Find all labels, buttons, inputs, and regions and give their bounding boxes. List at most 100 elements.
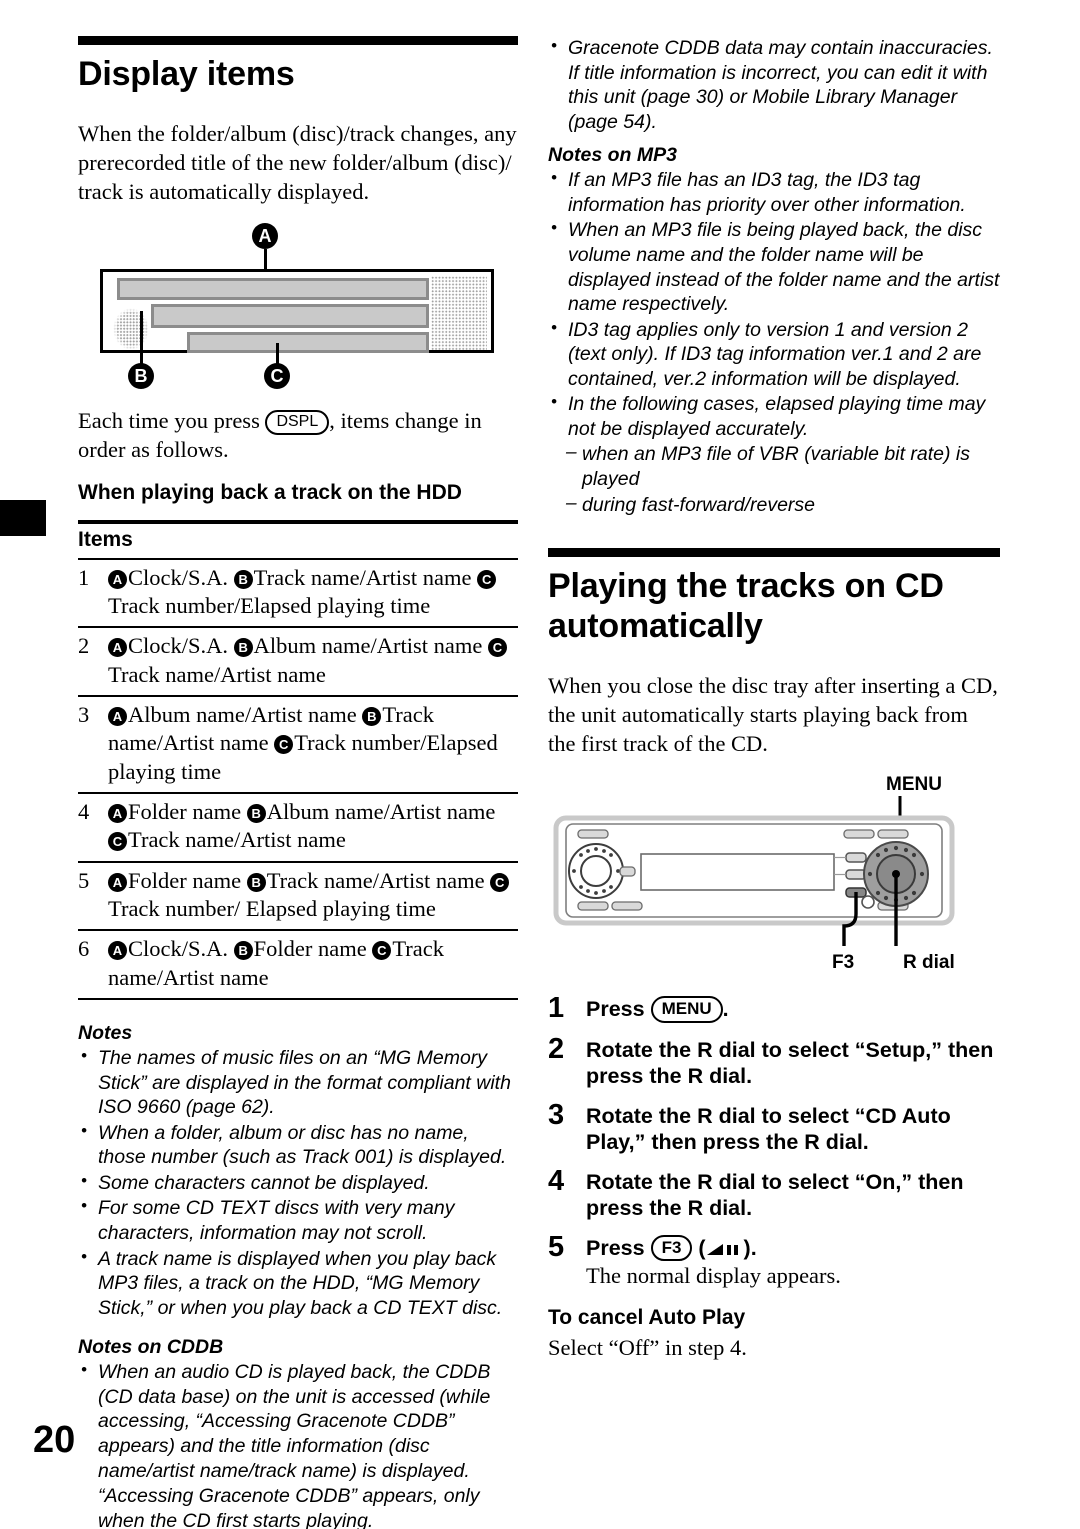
cancel-title: To cancel Auto Play bbox=[548, 1306, 746, 1330]
list-item: ID3 tag applies only to version 1 and ve… bbox=[548, 317, 1000, 392]
item-text: A Clock/S.A. B Track name/Artist name C Tra… bbox=[108, 557, 518, 628]
item-part-b: Album name/Artist name bbox=[253, 633, 488, 659]
top-note-list: Gracenote CDDB data may contain inaccura… bbox=[548, 35, 1000, 134]
display-line-a bbox=[117, 277, 429, 300]
table-row: 4 A Folder name B Album name/Artist name C… bbox=[78, 792, 518, 862]
item-part-a: Clock/S.A. bbox=[128, 936, 234, 962]
item-number: 1 bbox=[78, 557, 108, 628]
car-stereo-figure: MENU F3 R dial bbox=[548, 774, 1000, 980]
subsection-title: When playing back a track on the HDD bbox=[78, 481, 462, 505]
left-column: Display items When the folder/album (dis… bbox=[78, 36, 518, 1529]
item-text: A Clock/S.A. B Folder name C Track name/Art… bbox=[108, 929, 518, 1001]
list-item: Gracenote CDDB data may contain inaccura… bbox=[548, 35, 1000, 134]
circle-a: A bbox=[108, 706, 127, 726]
step-number: 4 bbox=[548, 1164, 565, 1197]
notes-cddb-title: Notes on CDDB bbox=[78, 1336, 224, 1359]
item-part-b: Track name/Artist name bbox=[266, 867, 491, 893]
step-text: Rotate the R dial to select “On,” then p… bbox=[586, 1169, 964, 1220]
dspl-instruction: Each time you press DSPL, items change i… bbox=[78, 407, 518, 465]
step-number: 5 bbox=[548, 1230, 565, 1263]
list-item: Some characters cannot be displayed. bbox=[78, 1170, 518, 1196]
circle-b: B bbox=[233, 638, 253, 658]
steps-list: 1 Press MENU. 2 Rotate the R dial to selec… bbox=[548, 992, 1000, 1291]
display-line-c bbox=[187, 331, 429, 353]
circle-c: C bbox=[477, 569, 497, 589]
leader-line-a bbox=[264, 248, 267, 269]
dspl-key[interactable]: DSPL bbox=[265, 409, 330, 435]
list-item: 5 Press F3 (). The normal display appears… bbox=[548, 1231, 1000, 1291]
circle-c: C bbox=[490, 872, 510, 892]
list-item: For some CD TEXT discs with very many ch… bbox=[78, 1195, 518, 1245]
sub-list-item: during fast-forward/reverse bbox=[548, 492, 1000, 518]
notes-mp3-block: Notes on MP3 If an MP3 file has an ID3 t… bbox=[548, 144, 1000, 517]
list-item: When a folder, album or disc has no name… bbox=[78, 1120, 518, 1170]
circle-c: C bbox=[108, 832, 127, 852]
notes-mp3-title: Notes on MP3 bbox=[548, 144, 677, 167]
circle-a: A bbox=[108, 638, 127, 658]
sub-list-item: when an MP3 file of VBR (variable bit ra… bbox=[548, 441, 1000, 491]
panel-indicator-right bbox=[431, 275, 487, 350]
item-text: A Folder name B Track name/Artist name C Tr… bbox=[108, 860, 518, 931]
item-text: A Folder name B Album name/Artist name C Tr… bbox=[108, 792, 518, 862]
eject-pause-icon bbox=[706, 1243, 738, 1255]
circle-b: B bbox=[246, 872, 266, 892]
car-stereo-illustration bbox=[553, 796, 955, 947]
page-title-right: Playing the tracks on CD automatically bbox=[548, 567, 944, 645]
display-items-table: 1 A Clock/S.A. B Track name/Artist name CT… bbox=[78, 557, 518, 1001]
step-number: 3 bbox=[548, 1098, 565, 1131]
table-row: 1 A Clock/S.A. B Track name/Artist name C T… bbox=[78, 557, 518, 628]
display-panel-figure: A B C bbox=[78, 222, 518, 395]
page-title: Display items bbox=[78, 55, 295, 93]
notes-mp3-list: If an MP3 file has an ID3 tag, the ID3 t… bbox=[548, 167, 1000, 518]
circle-b: B bbox=[233, 941, 253, 961]
list-item: 3 Rotate the R dial to select “CD Auto Pl… bbox=[548, 1099, 1000, 1155]
items-top-rule bbox=[78, 519, 518, 524]
table-row: 5 A Folder name B Track name/Artist name C… bbox=[78, 860, 518, 931]
table-row: 2 A Clock/S.A. B Album name/Artist name C T… bbox=[78, 626, 518, 696]
notes-cddb-block: Notes on CDDB When an audio CD is played… bbox=[78, 1336, 518, 1529]
eject-paren-close: ). bbox=[743, 1235, 757, 1260]
item-part-c: Track name/Artist name bbox=[128, 827, 346, 853]
list-item: 2 Rotate the R dial to select “Setup,” th… bbox=[548, 1033, 1000, 1089]
display-panel bbox=[100, 268, 494, 353]
list-item: The names of music files on an “MG Memor… bbox=[78, 1045, 518, 1120]
notes-list: The names of music files on an “MG Memor… bbox=[78, 1045, 518, 1321]
list-item: When an MP3 file is being played back, t… bbox=[548, 217, 1000, 316]
right-column: Gracenote CDDB data may contain inaccura… bbox=[548, 35, 1000, 1379]
step-text: Press bbox=[586, 997, 651, 1022]
circle-c: C bbox=[487, 638, 507, 658]
item-text: A Album name/Artist name B Track name/Arti… bbox=[108, 694, 518, 794]
circle-a: A bbox=[108, 569, 127, 589]
f3-key-step[interactable]: F3 bbox=[650, 1234, 693, 1261]
cancel-text: Select “Off” in step 4. bbox=[548, 1335, 747, 1361]
edge-tab-marker bbox=[0, 500, 46, 536]
eject-paren-open: ( bbox=[692, 1235, 706, 1260]
intro-paragraph: When the folder/album (disc)/track chang… bbox=[78, 121, 517, 205]
step-text: Press bbox=[586, 1235, 651, 1260]
dspl-text-before: Each time you press bbox=[78, 407, 266, 433]
page-number: 20 bbox=[33, 1419, 76, 1461]
list-item: If an MP3 file has an ID3 tag, the ID3 t… bbox=[548, 167, 1000, 217]
panel-icon-left bbox=[113, 307, 149, 350]
item-part-a: Clock/S.A. bbox=[128, 564, 234, 590]
notes-block: Notes The names of music files on an “MG… bbox=[78, 1022, 518, 1320]
notes-title: Notes bbox=[78, 1022, 133, 1045]
items-body: 1 A Clock/S.A. B Track name/Artist name CT… bbox=[78, 557, 518, 1001]
circle-b: B bbox=[362, 706, 382, 726]
list-item: When an audio CD is played back, the CDD… bbox=[78, 1359, 518, 1483]
notes-cddb-list: When an audio CD is played back, the CDD… bbox=[78, 1359, 518, 1529]
callout-a: A bbox=[252, 222, 278, 249]
menu-key[interactable]: MENU bbox=[650, 996, 723, 1023]
item-part-a: Folder name bbox=[128, 867, 247, 893]
list-item: 1 Press MENU. bbox=[548, 992, 1000, 1024]
item-number: 5 bbox=[78, 860, 108, 931]
step-text-after: . bbox=[722, 997, 729, 1022]
item-part-b: Track name/Artist name bbox=[253, 564, 478, 590]
circle-a: A bbox=[108, 872, 127, 892]
step-number: 2 bbox=[548, 1032, 565, 1065]
item-part-a: Clock/S.A. bbox=[128, 633, 234, 659]
list-item: 4 Rotate the R dial to select “On,” then … bbox=[548, 1165, 1000, 1221]
items-header: Items bbox=[78, 527, 133, 551]
list-item: A track name is displayed when you play … bbox=[78, 1246, 518, 1321]
